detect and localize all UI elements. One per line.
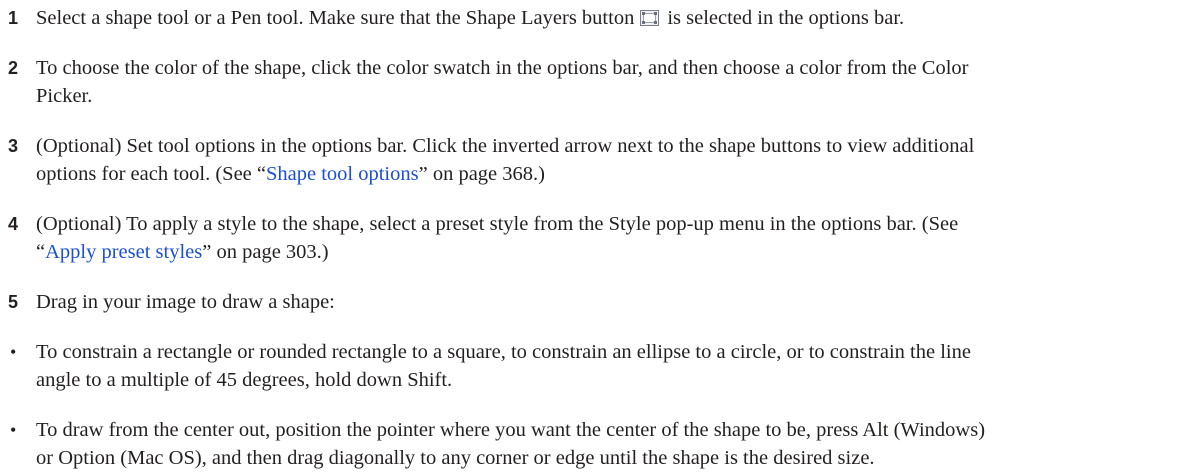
step-text: Drag in your image to draw a shape:: [36, 291, 335, 313]
step-text-part: is selected in the options bar.: [667, 7, 905, 29]
step-line: options for each tool. (See “Shape tool …: [36, 160, 1194, 188]
apply-preset-styles-link[interactable]: Apply preset styles: [45, 241, 202, 263]
step-number: 4: [8, 214, 19, 234]
step-text-part: options for each tool. (See “: [36, 163, 266, 185]
bullet-text: To constrain a rectangle or rounded rect…: [36, 338, 1194, 394]
step-text-part: Select a shape tool or a Pen tool. Make …: [36, 7, 635, 29]
step-number: 1: [8, 8, 19, 28]
bullet-symbol: •: [10, 420, 17, 440]
step-text: (Optional) To apply a style to the shape…: [36, 210, 1194, 266]
step-line: (Optional) Set tool options in the optio…: [36, 135, 975, 157]
bullet-line: To draw from the center out, position th…: [36, 419, 986, 441]
shape-tool-options-link[interactable]: Shape tool options: [266, 163, 419, 185]
step-text: To choose the color of the shape, click …: [36, 54, 1194, 110]
step-line: To choose the color of the shape, click …: [36, 57, 969, 79]
step-number: 2: [8, 58, 19, 78]
step-line: (Optional) To apply a style to the shape…: [36, 213, 959, 235]
bullet-line: angle to a multiple of 45 degrees, hold …: [36, 369, 453, 391]
step-number: 3: [8, 136, 19, 156]
bullet-symbol: •: [10, 342, 17, 362]
bullet-line: or Option (Mac OS), and then drag diagon…: [36, 447, 875, 469]
step-line: Picker.: [36, 85, 93, 107]
step-text-part: ” on page 303.): [202, 241, 329, 263]
bullet-text: To draw from the center out, position th…: [36, 416, 1194, 472]
step-text-part: “: [36, 241, 46, 263]
step-number: 5: [8, 292, 19, 312]
step-line: “Apply preset styles” on page 303.): [36, 238, 1194, 266]
step-text-part: ” on page 368.): [418, 163, 545, 185]
step-text: (Optional) Set tool options in the optio…: [36, 132, 1194, 188]
step-text: Select a shape tool or a Pen tool. Make …: [36, 4, 1194, 32]
bullet-line: To constrain a rectangle or rounded rect…: [36, 341, 971, 363]
shape-layers-button-icon: [640, 10, 660, 26]
